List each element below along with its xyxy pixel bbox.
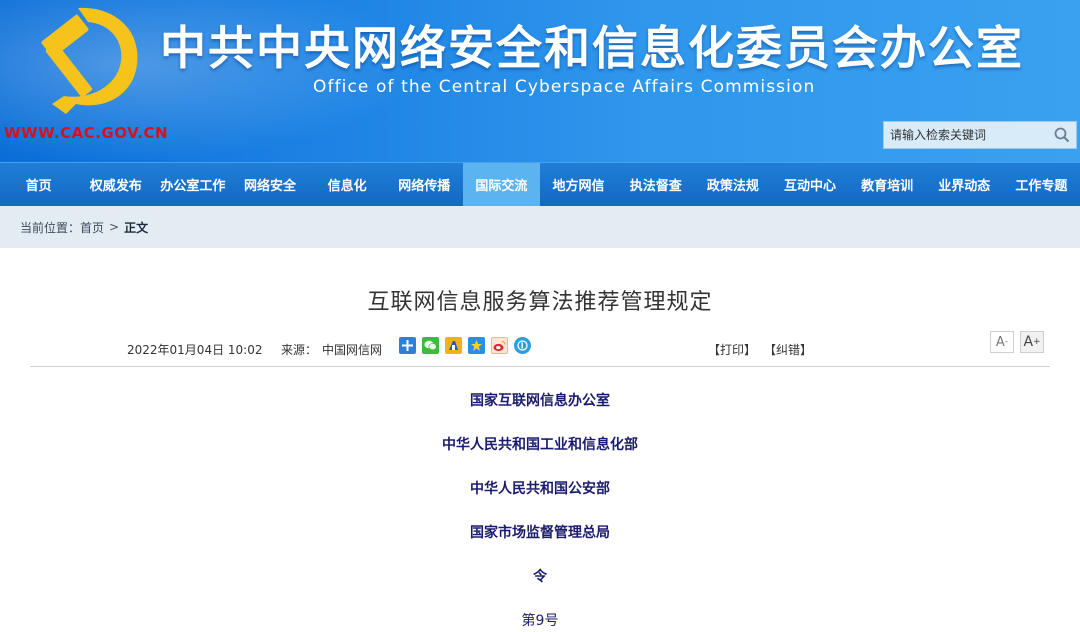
plus-share-icon[interactable]: [399, 337, 416, 354]
search-icon[interactable]: [1048, 122, 1076, 148]
share-bar: [399, 337, 531, 354]
article-date: 2022年01月04日 10:02: [127, 343, 263, 357]
party-emblem-icon[interactable]: [18, 0, 148, 118]
breadcrumb-current: 正文: [124, 220, 149, 235]
wechat-icon[interactable]: [422, 337, 439, 354]
article-tools: 【打印】 【纠错】: [708, 341, 812, 358]
font-increase-button[interactable]: A +: [1020, 331, 1044, 353]
decree-label: 令: [533, 569, 547, 585]
breadcrumb: 当前位置： 首页 > 正文: [0, 206, 1080, 248]
article-meta: 2022年01月04日 10:02 来源： 中国网信网 【打印】 【纠错】: [0, 336, 1080, 360]
nav-item-international-exchange[interactable]: 国际交流: [462, 163, 540, 206]
breadcrumb-home-link[interactable]: 首页: [80, 219, 104, 236]
issuer-line: 国家市场监督管理总局: [470, 525, 610, 541]
correct-link[interactable]: 【纠错】: [764, 341, 812, 358]
site-domain[interactable]: WWW.CAC.GOV.CN: [4, 124, 168, 142]
article-source-label: 来源：: [281, 343, 318, 357]
nav-item-industry-news[interactable]: 业界动态: [926, 163, 1003, 206]
issuer-line: 国家互联网信息办公室: [470, 393, 610, 409]
decree-number: 第9号: [521, 613, 559, 629]
breadcrumb-label: 当前位置：: [20, 220, 81, 235]
nav-item-policy-regulations[interactable]: 政策法规: [694, 163, 771, 206]
nav-item-education-training[interactable]: 教育培训: [849, 163, 926, 206]
qzone-icon[interactable]: [468, 337, 485, 354]
font-size-controls: A- A +: [990, 331, 1044, 353]
issuer-line: 中华人民共和国公安部: [470, 481, 610, 497]
nav-item-interaction-center[interactable]: 互动中心: [771, 163, 848, 206]
site-subtitle: Office of the Central Cyberspace Affairs…: [313, 77, 816, 97]
nav-item-online-communication[interactable]: 网络传播: [386, 163, 463, 206]
nav-item-home[interactable]: 首页: [0, 163, 77, 206]
article-source: 中国网信网: [322, 343, 383, 357]
search-box: [883, 121, 1077, 149]
site-title: 中共中央网络安全和信息化委员会办公室: [160, 21, 1024, 75]
nav-item-cybersecurity[interactable]: 网络安全: [231, 163, 308, 206]
font-decrease-button[interactable]: A-: [990, 331, 1014, 353]
breadcrumb-separator: >: [109, 220, 120, 234]
meta-divider: [30, 366, 1050, 367]
print-link[interactable]: 【打印】: [708, 341, 756, 358]
font-increase-label: A: [1023, 334, 1034, 350]
site-header: 中共中央网络安全和信息化委员会办公室 Office of the Central…: [0, 0, 1080, 162]
nav-item-informatization[interactable]: 信息化: [309, 163, 386, 206]
nav-item-office-work[interactable]: 办公室工作: [154, 163, 231, 206]
nav-item-authority-release[interactable]: 权威发布: [77, 163, 154, 206]
nav-item-work-topics[interactable]: 工作专题: [1003, 163, 1080, 206]
pdf-icon[interactable]: [514, 337, 531, 354]
font-decrease-label: A: [995, 334, 1005, 350]
article-title: 互联网信息服务算法推荐管理规定: [367, 290, 713, 315]
main-nav: 首页 权威发布 办公室工作 网络安全 信息化 网络传播 国际交流 地方网信 执法…: [0, 162, 1080, 206]
article-content: 互联网信息服务算法推荐管理规定 2022年01月04日 10:02 来源： 中国…: [0, 248, 1080, 632]
nav-item-enforcement[interactable]: 执法督查: [617, 163, 694, 206]
issuer-line: 中华人民共和国工业和信息化部: [442, 437, 638, 453]
weibo-icon[interactable]: [491, 337, 508, 354]
search-input[interactable]: [884, 122, 1048, 148]
sina-icon[interactable]: [445, 337, 462, 354]
nav-item-local-cac[interactable]: 地方网信: [540, 163, 617, 206]
